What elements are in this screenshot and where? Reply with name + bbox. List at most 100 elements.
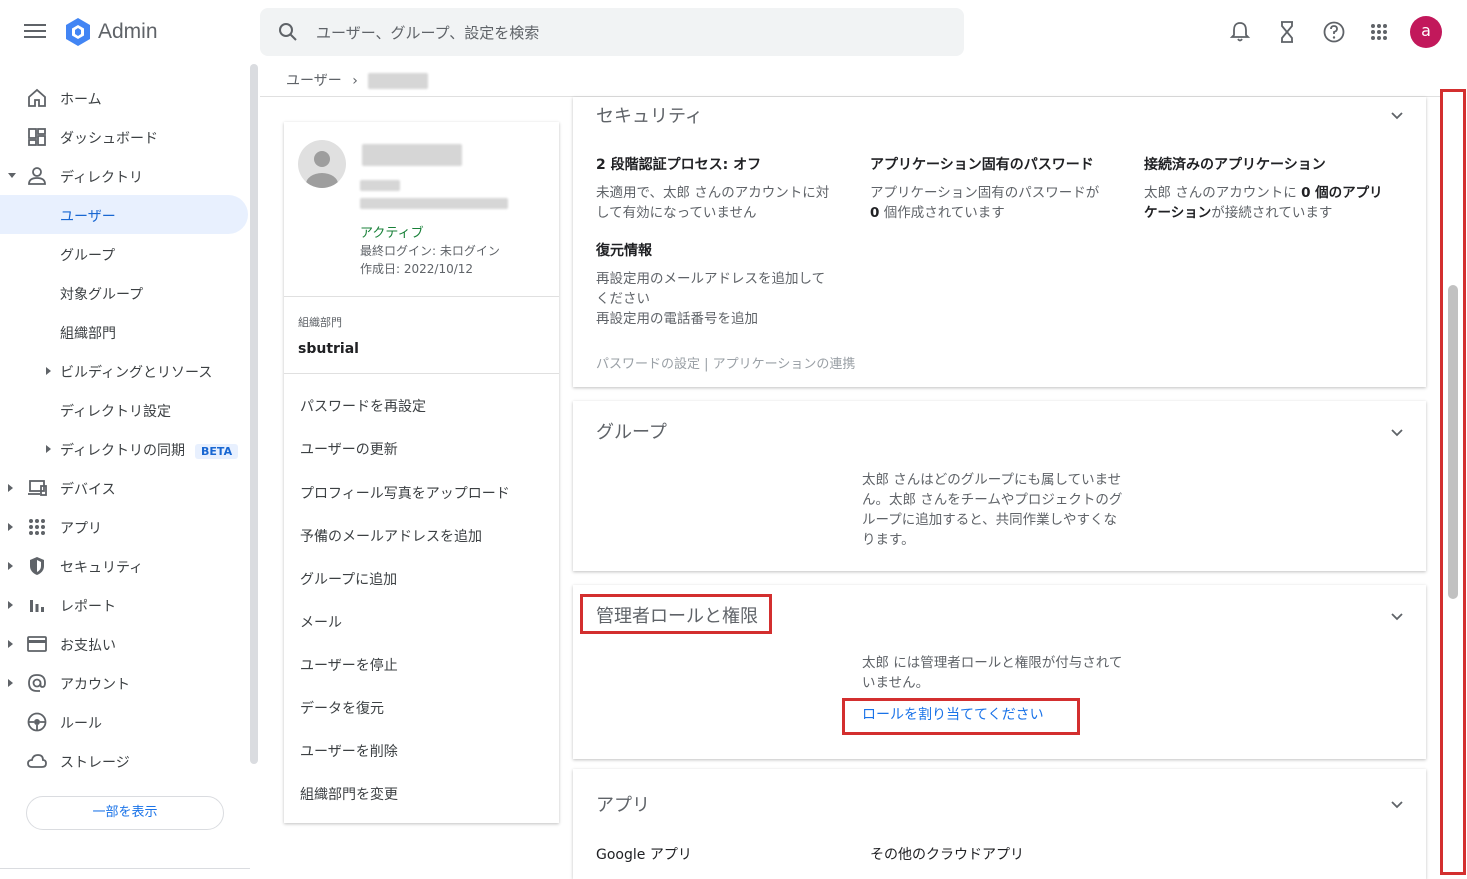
app-passwords-suffix: 個作成されています — [879, 205, 1005, 221]
home-icon — [28, 88, 46, 107]
other-cloud-apps-heading[interactable]: その他のクラウドアプリ — [870, 844, 1024, 864]
chevron-down-icon[interactable] — [1390, 609, 1404, 623]
at-sign-icon — [28, 674, 46, 692]
main-menu-icon[interactable] — [22, 20, 48, 44]
admin-roles-panel: 管理者ロールと権限 太郎 には管理者ロールと権限が付与されて いません。 ロール… — [573, 585, 1426, 759]
devices-icon — [28, 480, 47, 496]
two-step-text-line: して有効になっていません — [596, 205, 757, 221]
apps-launcher-icon[interactable] — [1365, 18, 1393, 46]
sidebar-item-label: ビルディングとリソース — [60, 365, 213, 381]
user-summary-card: アクティブ 最終ログイン: 未ログイン 作成日: 2022/10/12 組織部門… — [284, 122, 559, 823]
two-step-text-line: 未適用で、太郎 さんのアカウントに対 — [596, 185, 830, 201]
suspend-user-action[interactable]: ユーザーを停止 — [300, 655, 398, 675]
sidebar-item-home[interactable]: ホーム — [0, 78, 248, 117]
update-user-action[interactable]: ユーザーの更新 — [300, 439, 398, 459]
expand-caret-icon — [46, 367, 51, 375]
restore-data-action[interactable]: データを復元 — [300, 698, 384, 718]
sidebar-item-label: アプリ — [60, 521, 102, 537]
recovery-email-line: 再設定用のメールアドレスを追加して — [596, 271, 826, 287]
connected-apps-title[interactable]: 接続済みのアプリケーション — [1144, 154, 1326, 174]
google-apps-heading[interactable]: Google アプリ — [596, 844, 692, 864]
user-avatar[interactable] — [298, 140, 346, 188]
help-icon[interactable] — [1320, 18, 1348, 46]
connected-apps-count: 0 個のアプリ — [1301, 185, 1383, 201]
sidebar-item-label: レポート — [60, 599, 116, 615]
user-email-redacted — [360, 198, 508, 209]
assign-role-link[interactable]: ロールを割り当ててください — [862, 704, 1044, 724]
breadcrumb-users-link[interactable]: ユーザー — [286, 73, 342, 89]
add-to-group-action[interactable]: グループに追加 — [300, 569, 397, 589]
search-bar[interactable]: ユーザー、グループ、設定を検索 — [260, 8, 964, 56]
security-panel-title[interactable]: セキュリティ — [596, 102, 703, 128]
sidebar-item-label: ルール — [60, 716, 102, 732]
org-unit-value: sbutrial — [298, 341, 359, 357]
app-passwords-text: アプリケーション固有のパスワードが 0 個作成されています — [870, 183, 1099, 223]
recovery-phone-line: 再設定用の電話番号を追加 — [596, 311, 758, 327]
two-step-text: 未適用で、太郎 さんのアカウントに対 して有効になっていません — [596, 183, 829, 223]
expand-caret-icon — [8, 562, 13, 570]
expand-caret-icon — [8, 679, 13, 687]
groups-message-line: ります。 — [862, 532, 915, 548]
expand-caret-icon — [8, 173, 16, 178]
hourglass-icon[interactable] — [1273, 18, 1301, 46]
show-less-button[interactable]: 一部を表示 — [26, 796, 224, 830]
sidebar-item-storage[interactable]: ストレージ — [0, 741, 248, 780]
chevron-down-icon[interactable] — [1390, 108, 1404, 122]
two-step-title[interactable]: 2 段階認証プロセス: オフ — [596, 154, 761, 174]
security-footer-links[interactable]: パスワードの設定 | アプリケーションの連携 — [596, 353, 855, 372]
groups-panel-title[interactable]: グループ — [596, 418, 667, 444]
search-icon — [279, 23, 297, 41]
sidebar-scrollbar[interactable] — [250, 64, 258, 764]
sidebar-item-security[interactable]: セキュリティ — [0, 546, 248, 585]
beta-badge: BETA — [195, 444, 239, 459]
sidebar-item-billing[interactable]: お支払い — [0, 624, 248, 663]
app-passwords-title[interactable]: アプリケーション固有のパスワード — [870, 154, 1094, 174]
add-alternate-email-action[interactable]: 予備のメールアドレスを追加 — [300, 526, 482, 546]
chevron-down-icon[interactable] — [1390, 797, 1404, 811]
sidebar-item-target-groups[interactable]: 対象グループ — [0, 273, 248, 312]
sidebar-item-label: セキュリティ — [60, 560, 144, 576]
search-input[interactable]: ユーザー、グループ、設定を検索 — [316, 22, 539, 43]
recovery-email-line: ください — [596, 291, 650, 307]
sidebar-item-users[interactable]: ユーザー — [0, 195, 248, 234]
sidebar-item-apps[interactable]: アプリ — [0, 507, 248, 546]
connected-apps-suffix: が接続されています — [1211, 205, 1333, 221]
upload-photo-action[interactable]: プロフィール写真をアップロード — [300, 483, 510, 503]
expand-caret-icon — [8, 640, 13, 648]
reset-password-action[interactable]: パスワードを再設定 — [300, 396, 426, 416]
main-scrollbar-thumb[interactable] — [1448, 285, 1458, 599]
sidebar-item-reports[interactable]: レポート — [0, 585, 248, 624]
sidebar-item-account[interactable]: アカウント — [0, 663, 248, 702]
connected-apps-count-cont: ケーション — [1144, 205, 1212, 221]
sidebar-item-org-units[interactable]: 組織部門 — [0, 312, 248, 351]
email-action[interactable]: メール — [300, 612, 342, 632]
recovery-info-title[interactable]: 復元情報 — [596, 240, 652, 260]
apps-panel: アプリ Google アプリ その他のクラウドアプリ — [573, 769, 1426, 879]
app-title[interactable]: Admin — [98, 20, 158, 44]
sidebar-item-label: グループ — [60, 248, 116, 264]
admin-roles-panel-title[interactable]: 管理者ロールと権限 — [596, 602, 758, 628]
user-status: アクティブ — [360, 226, 424, 241]
sidebar-item-buildings-resources[interactable]: ビルディングとリソース — [0, 351, 248, 390]
sidebar-item-label: アカウント — [60, 677, 130, 693]
sidebar-item-rules[interactable]: ルール — [0, 702, 248, 741]
expand-caret-icon — [46, 445, 51, 453]
sidebar-item-directory-settings[interactable]: ディレクトリ設定 — [0, 390, 248, 429]
sidebar-item-directory[interactable]: ディレクトリ — [0, 156, 248, 195]
sidebar-item-groups[interactable]: グループ — [0, 234, 248, 273]
notifications-bell-icon[interactable] — [1226, 18, 1254, 46]
apps-panel-title[interactable]: アプリ — [596, 791, 650, 817]
connected-apps-text: 太郎 さんのアカウントに 0 個のアプリ ケーションが接続されています — [1144, 183, 1383, 223]
sidebar-item-label: ストレージ — [60, 755, 130, 771]
chevron-down-icon[interactable] — [1390, 425, 1404, 439]
sidebar-item-devices[interactable]: デバイス — [0, 468, 248, 507]
top-app-bar: Admin ユーザー、グループ、設定を検索 a — [0, 0, 1467, 64]
sidebar-item-directory-sync[interactable]: ディレクトリの同期 BETA — [0, 429, 248, 468]
sidebar-item-dashboard[interactable]: ダッシュボード — [0, 117, 248, 156]
change-org-unit-action[interactable]: 組織部門を変更 — [300, 784, 398, 804]
delete-user-action[interactable]: ユーザーを削除 — [300, 741, 398, 761]
default-avatar-icon — [306, 151, 338, 188]
sidebar-item-label: ダッシュボード — [60, 131, 158, 147]
groups-message-line: 太郎 さんはどのグループにも属していませ — [862, 472, 1122, 488]
account-avatar[interactable]: a — [1410, 16, 1442, 48]
